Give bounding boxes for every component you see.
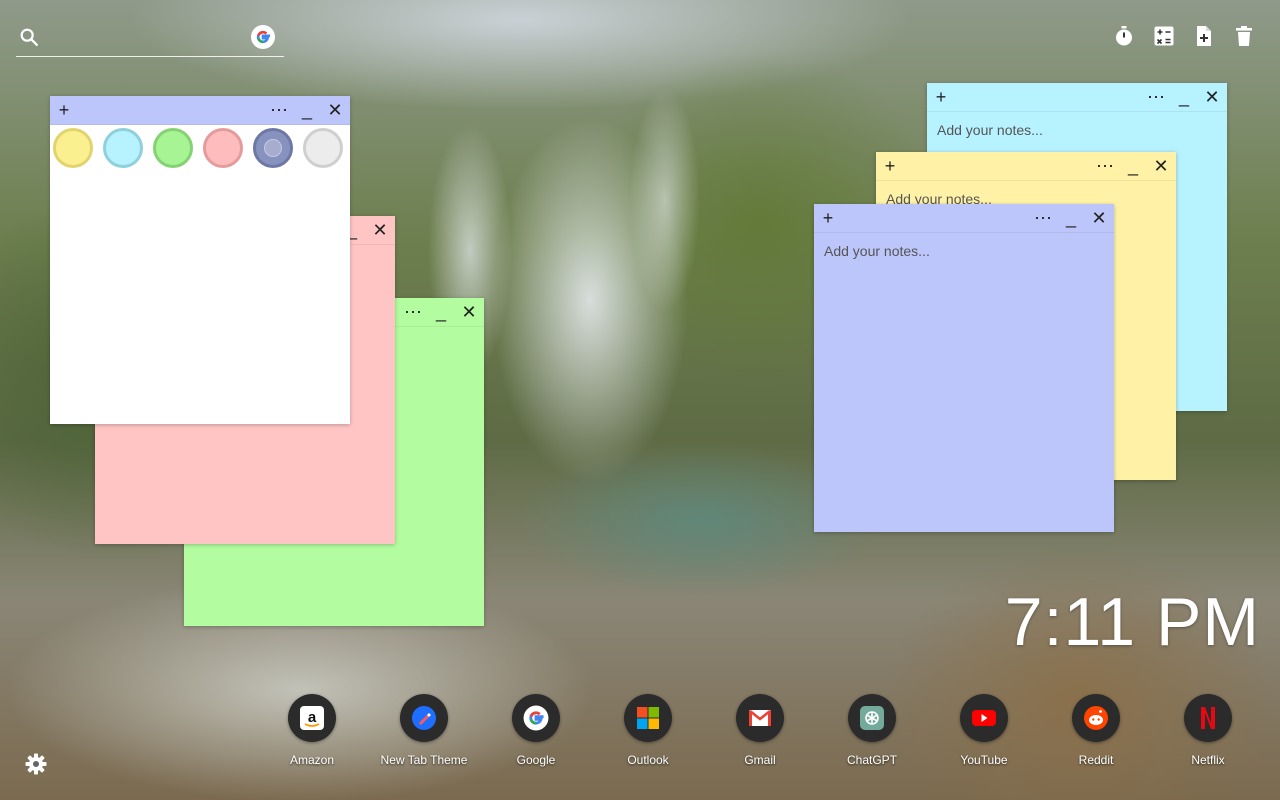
amazon-icon: a bbox=[288, 694, 336, 742]
sticky-note-blue[interactable]: + ⋯ _ ✕ bbox=[814, 204, 1114, 532]
calculator-icon[interactable] bbox=[1152, 24, 1176, 48]
note-header[interactable]: + ⋯ _ ✕ bbox=[927, 83, 1227, 112]
app-label: Amazon bbox=[289, 753, 335, 767]
minimize-icon[interactable]: _ bbox=[294, 96, 320, 124]
app-gmail[interactable]: Gmail bbox=[710, 694, 810, 767]
close-icon[interactable]: ✕ bbox=[322, 96, 348, 124]
minimize-icon[interactable]: _ bbox=[1120, 152, 1146, 180]
color-swatch-cyan[interactable] bbox=[103, 128, 143, 168]
search-icon[interactable] bbox=[18, 26, 40, 48]
note-header[interactable]: + ⋯ _ ✕ bbox=[50, 96, 350, 125]
new-tab-theme-icon bbox=[400, 694, 448, 742]
color-swatch-gray[interactable] bbox=[303, 128, 343, 168]
gmail-icon bbox=[736, 694, 784, 742]
app-youtube[interactable]: YouTube bbox=[934, 694, 1034, 767]
selected-indicator bbox=[264, 139, 282, 157]
color-swatch-yellow[interactable] bbox=[53, 128, 93, 168]
note-body bbox=[814, 233, 1114, 532]
search-input[interactable] bbox=[50, 26, 244, 52]
timer-icon[interactable] bbox=[1112, 24, 1136, 48]
app-chatgpt[interactable]: ChatGPT bbox=[822, 694, 922, 767]
color-swatch-pink[interactable] bbox=[203, 128, 243, 168]
add-note-icon[interactable]: + bbox=[51, 96, 77, 124]
app-reddit[interactable]: Reddit bbox=[1046, 694, 1146, 767]
more-icon[interactable]: ⋯ bbox=[1143, 83, 1169, 111]
app-amazon[interactable]: a Amazon bbox=[262, 694, 362, 767]
youtube-icon bbox=[960, 694, 1008, 742]
app-google[interactable]: Google bbox=[486, 694, 586, 767]
app-label: Reddit bbox=[1078, 753, 1114, 767]
app-netflix[interactable]: Netflix bbox=[1158, 694, 1258, 767]
close-icon[interactable]: ✕ bbox=[1086, 204, 1112, 232]
app-new-tab-theme[interactable]: New Tab Theme bbox=[374, 694, 474, 767]
app-outlook[interactable]: Outlook bbox=[598, 694, 698, 767]
netflix-icon bbox=[1184, 694, 1232, 742]
note-add-icon[interactable] bbox=[1192, 24, 1216, 48]
app-label: YouTube bbox=[960, 753, 1008, 767]
close-icon[interactable]: ✕ bbox=[456, 298, 482, 326]
google-icon bbox=[512, 694, 560, 742]
note-header[interactable]: + ⋯ _ ✕ bbox=[814, 204, 1114, 233]
sticky-note-white[interactable]: + ⋯ _ ✕ bbox=[50, 96, 350, 424]
svg-text:a: a bbox=[308, 709, 317, 726]
app-label: New Tab Theme bbox=[380, 753, 468, 767]
more-icon[interactable]: ⋯ bbox=[1030, 204, 1056, 232]
outlook-icon bbox=[624, 694, 672, 742]
add-note-icon[interactable]: + bbox=[815, 204, 841, 232]
note-header[interactable]: + ⋯ _ ✕ bbox=[876, 152, 1176, 181]
search-bar bbox=[16, 22, 284, 57]
color-palette bbox=[50, 125, 350, 424]
color-swatch-blue[interactable] bbox=[253, 128, 293, 168]
add-note-icon[interactable]: + bbox=[877, 152, 903, 180]
note-textarea[interactable] bbox=[824, 243, 1104, 522]
app-label: Google bbox=[516, 753, 556, 767]
more-icon[interactable]: ⋯ bbox=[1092, 152, 1118, 180]
close-icon[interactable]: ✕ bbox=[367, 216, 393, 244]
trash-icon[interactable] bbox=[1232, 24, 1256, 48]
chatgpt-icon bbox=[848, 694, 896, 742]
gear-icon[interactable] bbox=[24, 752, 48, 776]
more-icon[interactable]: ⋯ bbox=[400, 298, 426, 326]
google-search-icon[interactable] bbox=[251, 25, 275, 49]
app-label: Netflix bbox=[1191, 753, 1225, 767]
add-note-icon[interactable]: + bbox=[928, 83, 954, 111]
app-label: Outlook bbox=[627, 753, 669, 767]
clock: 7:11 PM bbox=[1004, 584, 1260, 660]
minimize-icon[interactable]: _ bbox=[1171, 83, 1197, 111]
more-icon[interactable]: ⋯ bbox=[266, 96, 292, 124]
app-label: Gmail bbox=[744, 753, 776, 767]
reddit-icon bbox=[1072, 694, 1120, 742]
close-icon[interactable]: ✕ bbox=[1148, 152, 1174, 180]
color-swatch-green[interactable] bbox=[153, 128, 193, 168]
minimize-icon[interactable]: _ bbox=[428, 298, 454, 326]
app-label: ChatGPT bbox=[846, 753, 897, 767]
minimize-icon[interactable]: _ bbox=[1058, 204, 1084, 232]
close-icon[interactable]: ✕ bbox=[1199, 83, 1225, 111]
